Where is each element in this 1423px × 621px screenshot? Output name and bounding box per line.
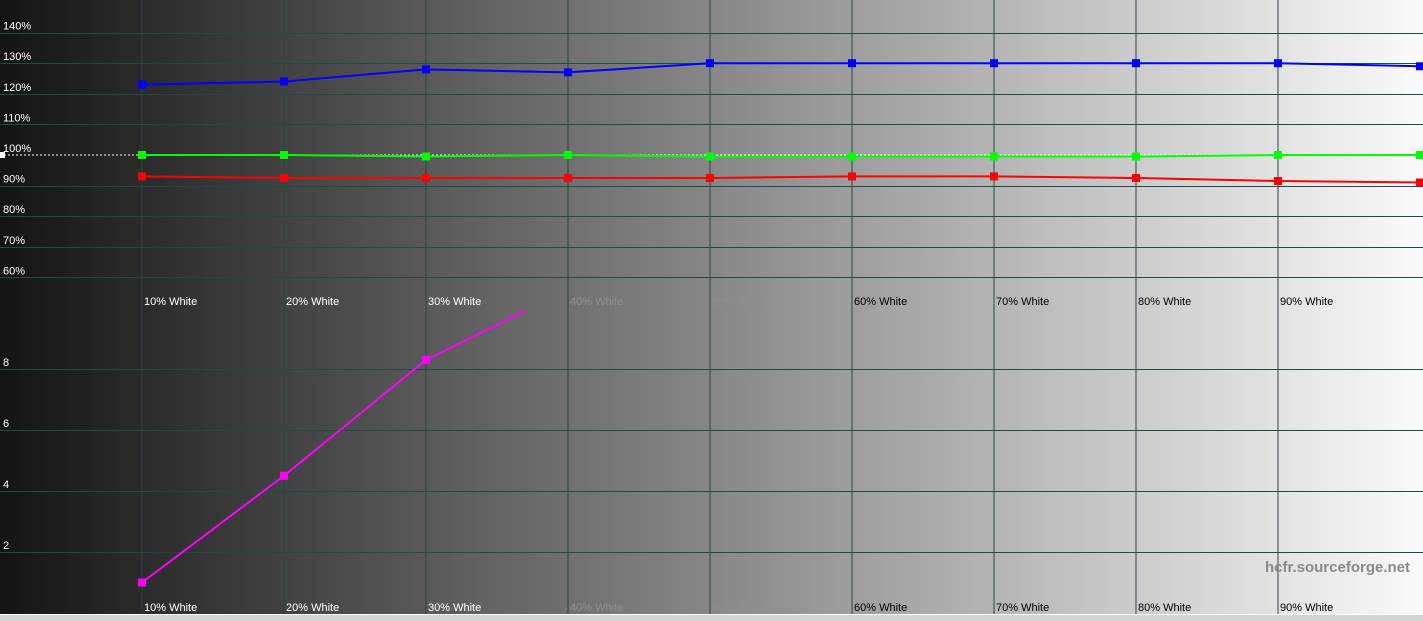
data-point bbox=[848, 59, 856, 68]
data-point bbox=[564, 151, 572, 159]
category-label: 50% White bbox=[712, 296, 765, 308]
data-point bbox=[138, 578, 146, 587]
y-tick-label: 2 bbox=[3, 540, 9, 552]
y-tick-label: 60% bbox=[3, 265, 25, 277]
y-tick-label: 120% bbox=[3, 82, 31, 94]
data-point bbox=[990, 172, 998, 181]
category-label: 50% White bbox=[712, 602, 765, 614]
data-point bbox=[1416, 62, 1423, 71]
chart-svg: 60% 70% 80% 90% 100% 110% 120% 130% 140% 2 4 6 8 10%… bbox=[0, 0, 1423, 614]
data-point bbox=[1274, 151, 1282, 159]
category-label: 60% White bbox=[854, 602, 907, 614]
data-point bbox=[990, 59, 998, 68]
y-tick-label: 100% bbox=[3, 143, 31, 155]
data-point bbox=[1274, 177, 1282, 186]
data-point bbox=[706, 59, 714, 68]
data-point bbox=[1274, 59, 1282, 68]
data-point bbox=[138, 151, 146, 159]
category-label: 80% White bbox=[1138, 602, 1191, 614]
data-point bbox=[422, 152, 430, 161]
data-point bbox=[706, 173, 714, 182]
data-point bbox=[564, 68, 572, 77]
data-point bbox=[848, 172, 856, 181]
data-point bbox=[848, 152, 856, 161]
data-point bbox=[138, 172, 146, 181]
y-tick-label: 8 bbox=[3, 357, 9, 369]
data-point bbox=[564, 173, 572, 182]
category-label: 80% White bbox=[1138, 296, 1191, 308]
category-label: 90% White bbox=[1280, 602, 1333, 614]
data-point bbox=[1416, 178, 1423, 187]
category-label: 20% White bbox=[286, 296, 339, 308]
data-point bbox=[706, 152, 714, 161]
category-label: 70% White bbox=[996, 296, 1049, 308]
data-point bbox=[138, 80, 146, 89]
data-point bbox=[280, 151, 288, 159]
category-label: 40% White bbox=[570, 602, 623, 614]
data-point bbox=[990, 152, 998, 161]
category-label: 60% White bbox=[854, 296, 907, 308]
data-point bbox=[422, 355, 430, 364]
data-point bbox=[1132, 173, 1140, 182]
data-point bbox=[1132, 59, 1140, 68]
category-label: 20% White bbox=[286, 602, 339, 614]
chart-window: 60% 70% 80% 90% 100% 110% 120% 130% 140% 2 4 6 8 10%… bbox=[0, 0, 1423, 621]
data-point bbox=[1132, 152, 1140, 161]
y-tick-label: 130% bbox=[3, 51, 31, 63]
category-label: 70% White bbox=[996, 602, 1049, 614]
category-label: 10% White bbox=[144, 296, 197, 308]
data-point bbox=[1416, 151, 1423, 159]
watermark: hcfr.sourceforge.net bbox=[1265, 559, 1410, 576]
data-point bbox=[422, 173, 430, 182]
data-point bbox=[280, 471, 288, 480]
data-point bbox=[422, 65, 430, 74]
y-tick-label: 4 bbox=[3, 479, 9, 491]
y-tick-label: 110% bbox=[3, 112, 31, 124]
category-label: 10% White bbox=[144, 602, 197, 614]
y-tick-label: 6 bbox=[3, 418, 9, 430]
y-tick-label: 90% bbox=[3, 174, 25, 186]
data-point bbox=[280, 77, 288, 86]
data-point bbox=[280, 173, 288, 182]
y-tick-label: 140% bbox=[3, 21, 31, 33]
category-label: 40% White bbox=[570, 296, 623, 308]
category-label: 90% White bbox=[1280, 296, 1333, 308]
category-label: 30% White bbox=[428, 602, 481, 614]
y-tick-label: 70% bbox=[3, 235, 25, 247]
category-label: 30% White bbox=[428, 296, 481, 308]
y-tick-label: 80% bbox=[3, 204, 25, 216]
